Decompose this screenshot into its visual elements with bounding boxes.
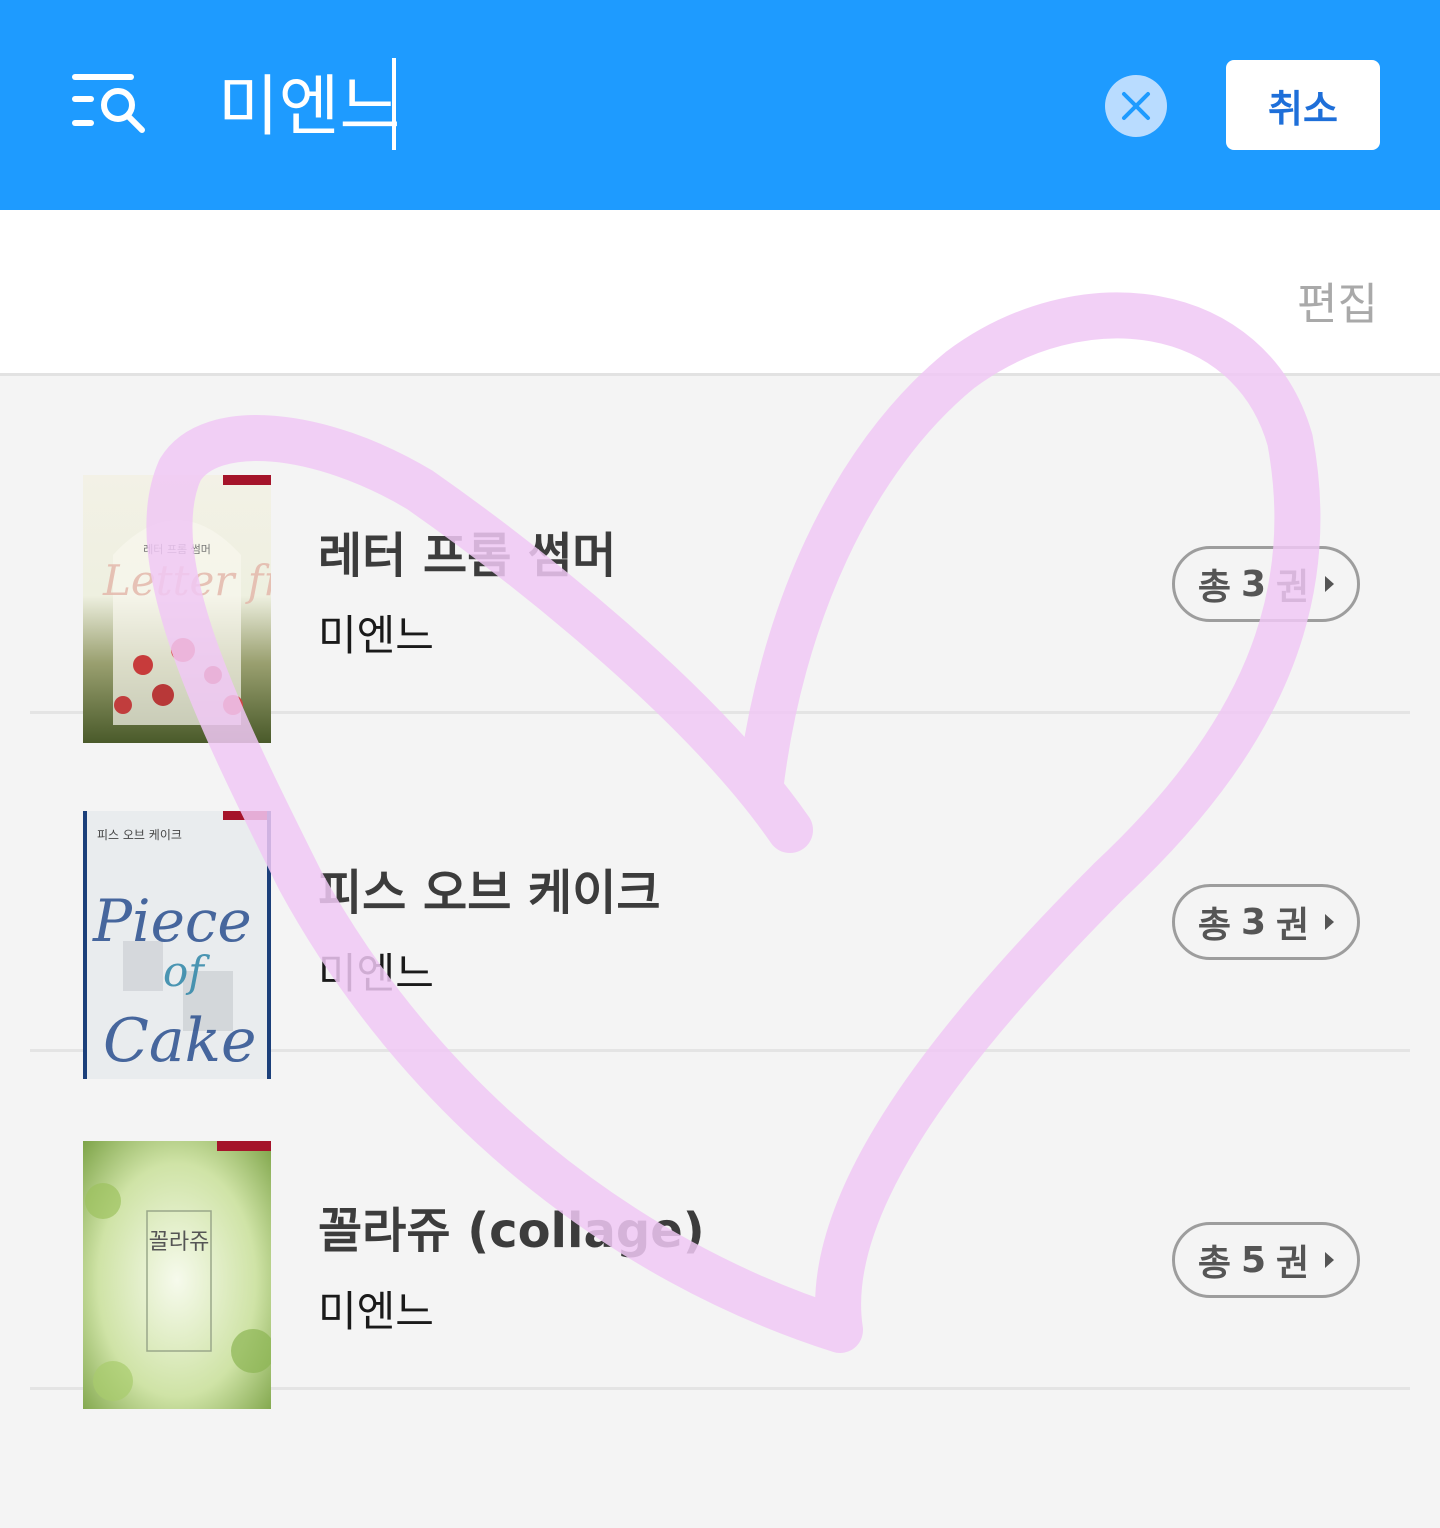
count-value: 5: [1240, 1239, 1267, 1281]
chevron-right-icon: [1325, 576, 1335, 592]
cover-title: 피스 오브 케이크: [97, 828, 182, 842]
volume-count-button[interactable]: 총 3 권: [1172, 546, 1360, 622]
count-value: 3: [1240, 901, 1267, 943]
book-cover[interactable]: Letter from 레터 프롬 썸머: [83, 475, 271, 743]
svg-text:Letter from: Letter from: [102, 556, 271, 605]
cancel-button[interactable]: 취소: [1226, 60, 1380, 150]
book-title: 레터 프롬 썸머: [318, 528, 617, 584]
count-value: 3: [1240, 563, 1267, 605]
book-author: 미엔느: [318, 1287, 434, 1336]
book-title: 꼴라쥬 (collage): [318, 1203, 705, 1259]
text-caret: [392, 58, 396, 150]
clear-search-button[interactable]: [1105, 75, 1167, 137]
cover-title: 꼴라쥬: [149, 1230, 210, 1255]
count-prefix: 총: [1197, 905, 1231, 946]
list-item[interactable]: Letter from 레터 프롬 썸머 레터 프롬 썸머 미엔느 총 3 권: [30, 376, 1410, 743]
count-suffix: 권: [1276, 1243, 1310, 1284]
svg-text:of: of: [163, 947, 210, 996]
volume-count-button[interactable]: 총 5 권: [1172, 1222, 1360, 1298]
count-prefix: 총: [1197, 567, 1231, 608]
count-prefix: 총: [1197, 1243, 1231, 1284]
toolbar: 편집: [0, 210, 1440, 376]
search-header: 미엔느 취소: [0, 0, 1440, 210]
volume-count-button[interactable]: 총 3 권: [1172, 884, 1360, 960]
count-suffix: 권: [1276, 905, 1310, 946]
cover-title: 레터 프롬 썸머: [143, 543, 211, 556]
count-suffix: 권: [1276, 567, 1310, 608]
list-item[interactable]: 피스 오브 케이크 Piece of Cake 피스 오브 케이크 미엔느 총 …: [30, 714, 1410, 1079]
book-cover[interactable]: 꼴라쥬: [83, 1141, 271, 1409]
menu-search-icon[interactable]: [70, 72, 146, 134]
search-input[interactable]: 미엔느: [218, 62, 400, 152]
chevron-right-icon: [1325, 1252, 1335, 1268]
book-author: 미엔느: [318, 949, 434, 998]
edit-button[interactable]: 편집: [1297, 268, 1378, 332]
list-item[interactable]: 꼴라쥬 꼴라쥬 (collage) 미엔느 총 5 권: [30, 1052, 1410, 1409]
book-author: 미엔느: [318, 611, 434, 660]
book-title: 피스 오브 케이크: [318, 865, 661, 921]
clear-icon: [1122, 92, 1150, 120]
svg-text:Piece: Piece: [92, 887, 252, 955]
chevron-right-icon: [1325, 914, 1335, 930]
book-cover[interactable]: 피스 오브 케이크 Piece of Cake: [83, 811, 271, 1079]
